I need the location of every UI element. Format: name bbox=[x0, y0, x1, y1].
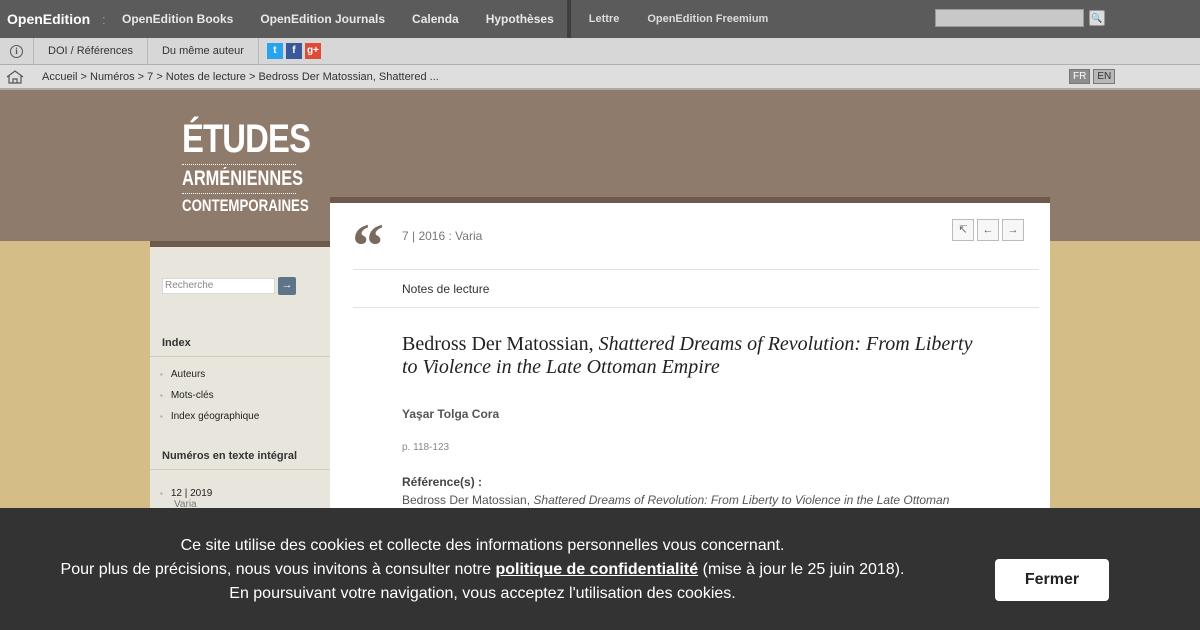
same-author-button[interactable]: Du même auteur bbox=[148, 37, 259, 65]
section-label[interactable]: Notes de lecture bbox=[402, 282, 489, 296]
secondary-nav: Lettre OpenEdition Freemium bbox=[589, 0, 797, 38]
logo-line-1: ÉTUDES bbox=[182, 117, 311, 161]
nav-freemium[interactable]: OpenEdition Freemium bbox=[647, 13, 768, 25]
article-author[interactable]: Yaşar Tolga Cora bbox=[402, 407, 499, 421]
ref-author: Bedross Der Matossian, bbox=[402, 493, 534, 507]
info-button[interactable]: i bbox=[0, 37, 34, 65]
journal-logo[interactable]: ÉTUDES ARMÉNIENNES CONTEMPORAINES bbox=[182, 116, 344, 216]
divider bbox=[150, 356, 330, 357]
references-label: Référence(s) : bbox=[402, 475, 483, 489]
article-toolbar: i DOI / Références Du même auteur t f g+ bbox=[0, 37, 1200, 65]
google-plus-icon[interactable]: g+ bbox=[304, 43, 321, 59]
cookie-line-1: Ce site utilise des cookies et collecte … bbox=[180, 537, 785, 554]
next-arrow-icon[interactable]: → bbox=[1002, 219, 1024, 241]
sidebar-search-input[interactable]: Recherche bbox=[162, 278, 275, 294]
page-range: p. 118-123 bbox=[402, 442, 450, 453]
cookie-message: Ce site utilise des cookies et collecte … bbox=[0, 534, 965, 606]
logo-divider bbox=[182, 164, 296, 165]
index-list: Auteurs Mots-clés Index géographique bbox=[160, 364, 259, 427]
up-arrow-icon[interactable]: ↸ bbox=[952, 219, 974, 241]
home-icon[interactable] bbox=[0, 69, 30, 84]
info-icon: i bbox=[10, 44, 23, 58]
cookie-banner: Ce site utilise des cookies et collecte … bbox=[0, 508, 1200, 630]
quote-icon: “ bbox=[352, 210, 384, 281]
nav-calenda[interactable]: Calenda bbox=[412, 12, 459, 26]
divider bbox=[353, 307, 1039, 308]
lang-fr-button[interactable]: FR bbox=[1069, 69, 1091, 84]
nav-lettre[interactable]: Lettre bbox=[589, 13, 620, 25]
close-cookie-button[interactable]: Fermer bbox=[995, 559, 1109, 601]
article-title: Bedross Der Matossian, Shattered Dreams … bbox=[402, 333, 992, 379]
platform-nav: OpenEdition Books OpenEdition Journals C… bbox=[122, 0, 567, 38]
cookie-line-2: Pour plus de précisions, nous vous invit… bbox=[0, 558, 965, 582]
nav-openedition-books[interactable]: OpenEdition Books bbox=[122, 12, 233, 26]
doi-references-button[interactable]: DOI / Références bbox=[34, 37, 148, 65]
nav-divider bbox=[566, 0, 571, 38]
divider bbox=[150, 469, 330, 470]
language-switcher: FR EN bbox=[1069, 69, 1118, 84]
brand-link[interactable]: OpenEdition bbox=[0, 11, 102, 27]
global-search-input[interactable] bbox=[935, 9, 1084, 27]
previous-arrow-icon[interactable]: ← bbox=[977, 219, 999, 241]
nav-hypotheses[interactable]: Hypothèses bbox=[486, 12, 554, 26]
index-item-mots-cles[interactable]: Mots-clés bbox=[160, 385, 259, 406]
article-navigation: ↸ ← → bbox=[952, 219, 1027, 241]
arrow-right-icon[interactable]: → bbox=[278, 277, 296, 295]
issue-number: 12 | 2019 bbox=[170, 488, 213, 499]
divider bbox=[353, 269, 1039, 270]
facebook-icon[interactable]: f bbox=[285, 43, 302, 59]
index-heading: Index bbox=[162, 337, 191, 349]
cookie-line-2-pre: Pour plus de précisions, nous vous invit… bbox=[60, 561, 496, 578]
privacy-policy-link[interactable]: politique de confidentialité bbox=[495, 561, 698, 578]
social-share: t f g+ bbox=[266, 43, 324, 59]
nav-openedition-journals[interactable]: OpenEdition Journals bbox=[260, 12, 385, 26]
ref-title: Shattered Dreams of Revolution: From Lib… bbox=[533, 493, 950, 507]
top-navigation-bar: OpenEdition : OpenEdition Books OpenEdit… bbox=[0, 0, 1200, 38]
lang-en-button[interactable]: EN bbox=[1093, 69, 1116, 84]
search-icon[interactable]: 🔍 bbox=[1089, 10, 1105, 26]
logo-line-3: CONTEMPORAINES bbox=[182, 196, 309, 215]
index-item-geographique[interactable]: Index géographique bbox=[160, 406, 259, 427]
logo-divider bbox=[182, 193, 296, 194]
title-author: Bedross Der Matossian, bbox=[402, 333, 599, 355]
index-item-auteurs[interactable]: Auteurs bbox=[160, 364, 259, 385]
issues-heading: Numéros en texte intégral bbox=[162, 450, 298, 462]
logo-line-2: ARMÉNIENNES bbox=[182, 167, 304, 190]
sidebar: Recherche → Index Auteurs Mots-clés Inde… bbox=[150, 241, 330, 531]
issue-label[interactable]: 7 | 2016 : Varia bbox=[402, 229, 482, 243]
cookie-line-3: En poursuivant votre navigation, vous ac… bbox=[229, 585, 736, 602]
reference-text: Bedross Der Matossian, Shattered Dreams … bbox=[402, 493, 949, 507]
twitter-icon[interactable]: t bbox=[266, 43, 283, 59]
breadcrumb-bar: Accueil > Numéros > 7 > Notes de lecture… bbox=[0, 65, 1200, 90]
cookie-line-2-post: (mise à jour le 25 juin 2018). bbox=[698, 561, 905, 578]
article-card: “ 7 | 2016 : Varia ↸ ← → Notes de lectur… bbox=[330, 203, 1050, 533]
issue-item[interactable]: ▪ 12 | 2019 Varia bbox=[160, 488, 212, 510]
breadcrumb[interactable]: Accueil > Numéros > 7 > Notes de lecture… bbox=[42, 71, 439, 83]
brand-separator: : bbox=[102, 11, 106, 27]
